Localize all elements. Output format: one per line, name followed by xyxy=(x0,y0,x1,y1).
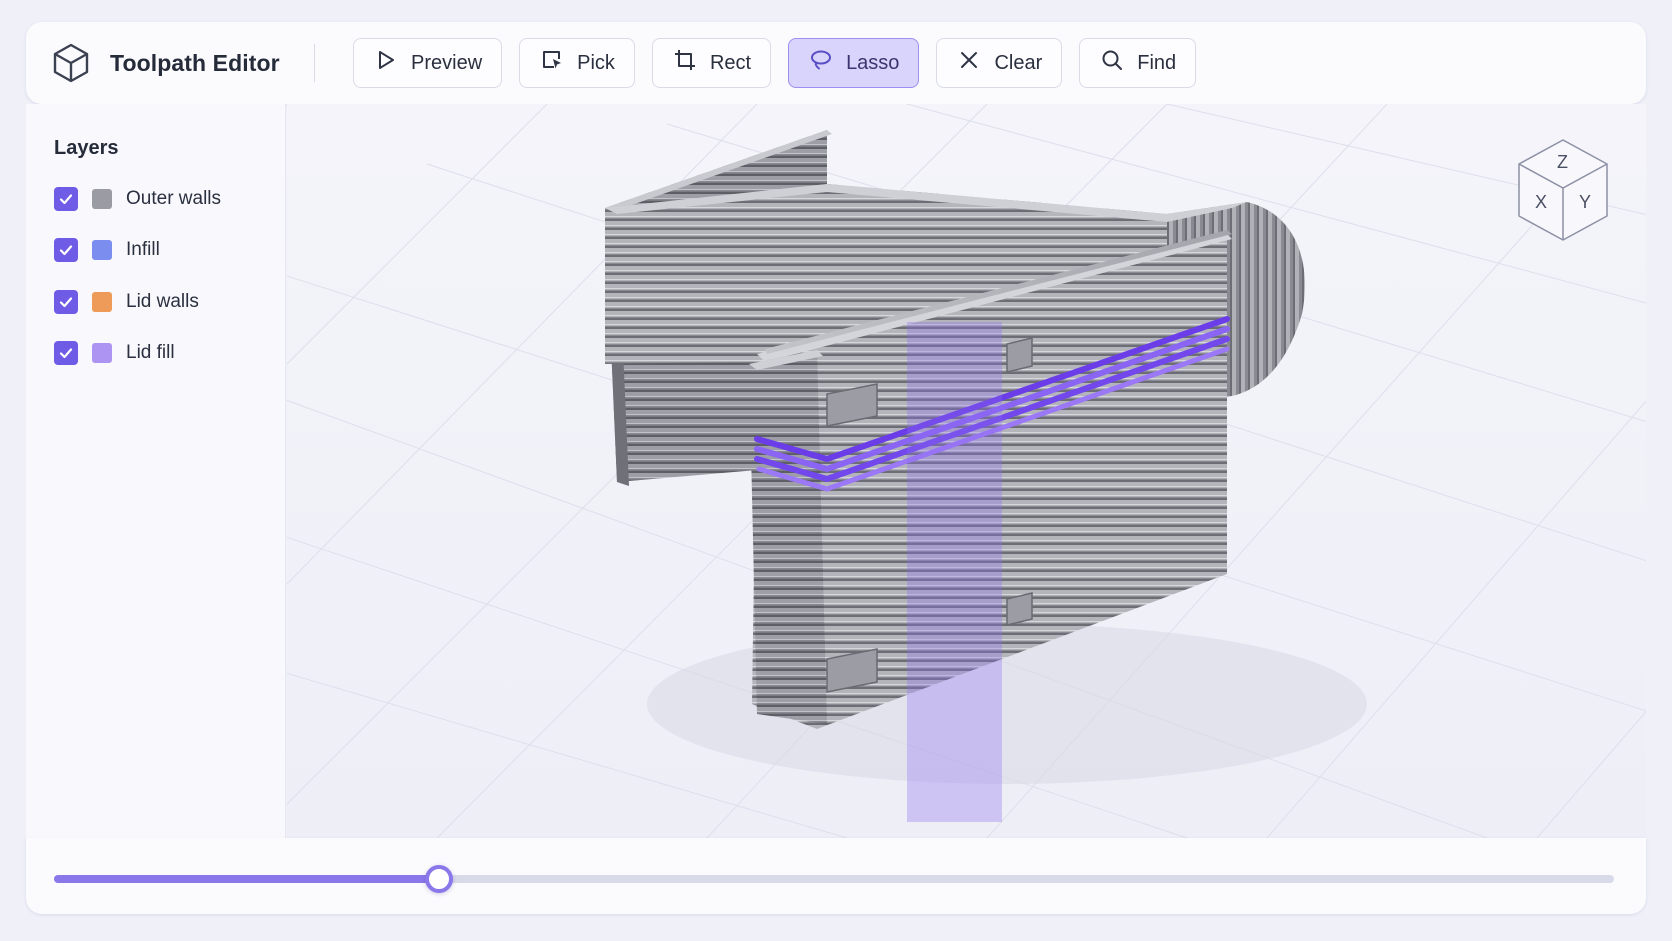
brand: Toolpath Editor xyxy=(26,22,314,104)
axis-view-cube[interactable]: Z X Y xyxy=(1513,136,1613,246)
check-icon xyxy=(59,297,73,308)
layers-panel: Layers Outer walls Infill Lid walls Lid … xyxy=(26,104,286,838)
header-divider xyxy=(314,44,315,82)
lid-walls-checkbox[interactable] xyxy=(54,290,78,314)
pick-select-icon xyxy=(540,48,564,78)
rect-select-icon xyxy=(673,48,697,78)
infill-swatch xyxy=(92,240,112,260)
check-icon xyxy=(59,348,73,359)
lasso-icon xyxy=(809,48,833,78)
toolbar: Preview Pick Rect Lasso Clear Find xyxy=(353,38,1197,88)
lasso-label: Lasso xyxy=(846,51,900,74)
lid-walls-label: Lid walls xyxy=(126,291,199,312)
infill-label: Infill xyxy=(126,239,160,260)
layer-item-infill: Infill xyxy=(54,237,160,263)
axis-y-label: Y xyxy=(1579,192,1592,212)
close-icon xyxy=(957,48,981,78)
play-icon xyxy=(374,48,398,78)
layer-slider-bar xyxy=(26,838,1646,914)
lid-fill-swatch xyxy=(92,343,112,363)
search-icon xyxy=(1100,48,1124,78)
axis-x-label: X xyxy=(1535,192,1548,212)
outer-walls-swatch xyxy=(92,189,112,209)
lid-walls-swatch xyxy=(92,292,112,312)
layer-item-outer-walls: Outer walls xyxy=(54,186,221,212)
infill-checkbox[interactable] xyxy=(54,238,78,262)
clear-label: Clear xyxy=(994,51,1043,74)
app-header: Toolpath Editor Preview Pick Rect Lasso xyxy=(26,22,1646,104)
outer-walls-label: Outer walls xyxy=(126,188,222,209)
rect-button[interactable]: Rect xyxy=(651,38,772,88)
layer-item-lid-walls: Lid walls xyxy=(54,289,199,315)
outer-walls-checkbox[interactable] xyxy=(54,187,78,211)
check-icon xyxy=(59,194,73,205)
lid-fill-label: Lid fill xyxy=(126,342,175,363)
layers-title: Layers xyxy=(54,137,119,159)
layer-slider-fill xyxy=(54,875,440,883)
clear-button[interactable]: Clear xyxy=(936,38,1063,88)
find-label: Find xyxy=(1137,51,1177,74)
3d-viewport[interactable]: Z X Y xyxy=(287,104,1646,838)
lasso-selection-region[interactable] xyxy=(907,322,1002,822)
layer-item-lid-fill: Lid fill xyxy=(54,340,175,366)
preview-label: Preview xyxy=(411,51,483,74)
cube-icon xyxy=(52,43,90,83)
pick-button[interactable]: Pick xyxy=(519,38,635,88)
pick-label: Pick xyxy=(577,51,615,74)
toolpath-scene[interactable] xyxy=(287,104,1646,838)
rect-label: Rect xyxy=(709,51,752,74)
layer-slider-thumb[interactable] xyxy=(425,865,454,893)
app-title: Toolpath Editor xyxy=(110,49,280,76)
find-button[interactable]: Find xyxy=(1079,38,1197,88)
lid-fill-checkbox[interactable] xyxy=(54,341,78,365)
check-icon xyxy=(59,245,73,256)
lasso-button[interactable]: Lasso xyxy=(788,38,920,88)
axis-z-label: Z xyxy=(1557,152,1568,172)
preview-button[interactable]: Preview xyxy=(353,38,503,88)
layer-slider-track[interactable] xyxy=(54,865,1614,893)
